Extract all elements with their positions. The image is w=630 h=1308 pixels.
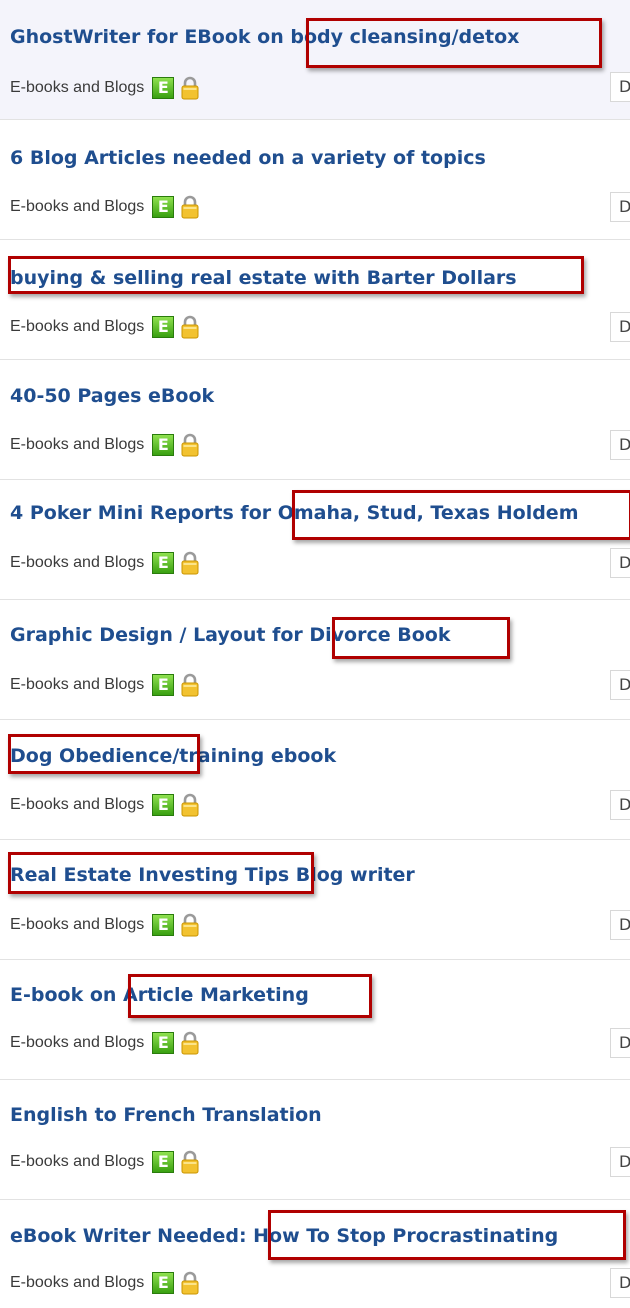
lock-icon bbox=[178, 1150, 202, 1174]
lock-icon bbox=[178, 76, 202, 100]
listing-meta: E-books and Blogs E bbox=[10, 74, 202, 102]
list-item: GhostWriter for EBook on body cleansing/… bbox=[0, 0, 630, 120]
lock-icon bbox=[178, 913, 202, 937]
listing-meta: E-books and Blogs E bbox=[10, 313, 202, 341]
category-label: E-books and Blogs bbox=[10, 79, 145, 96]
listing-title-link[interactable]: eBook Writer Needed: How To Stop Procras… bbox=[10, 1225, 558, 1247]
lock-icon bbox=[178, 1271, 202, 1295]
category-label: E-books and Blogs bbox=[10, 198, 145, 215]
side-action-button[interactable]: D bbox=[610, 910, 630, 940]
side-action-button[interactable]: D bbox=[610, 548, 630, 578]
category-label: E-books and Blogs bbox=[10, 916, 145, 933]
lock-icon bbox=[178, 793, 202, 817]
listing-meta: E-books and Blogs E bbox=[10, 431, 202, 459]
e-icon: E bbox=[152, 77, 175, 99]
lock-icon bbox=[178, 1031, 202, 1055]
e-icon-letter: E bbox=[157, 435, 169, 454]
e-icon: E bbox=[152, 1032, 175, 1054]
e-icon: E bbox=[152, 1151, 175, 1173]
lock-icon bbox=[178, 195, 202, 219]
listing-meta: E-books and Blogs E bbox=[10, 1029, 202, 1057]
listing-title-link[interactable]: English to French Translation bbox=[10, 1104, 322, 1126]
category-label: E-books and Blogs bbox=[10, 1274, 145, 1291]
listing-title-link[interactable]: E-book on Article Marketing bbox=[10, 984, 309, 1006]
listing-meta: E-books and Blogs E bbox=[10, 791, 202, 819]
side-action-button[interactable]: D bbox=[610, 192, 630, 222]
listing-title-link[interactable]: 4 Poker Mini Reports for Omaha, Stud, Te… bbox=[10, 502, 579, 524]
lock-icon bbox=[178, 551, 202, 575]
e-icon: E bbox=[152, 794, 175, 816]
category-label: E-books and Blogs bbox=[10, 796, 145, 813]
category-label: E-books and Blogs bbox=[10, 1153, 145, 1170]
list-item: 6 Blog Articles needed on a variety of t… bbox=[0, 120, 630, 240]
list-item: E-book on Article Marketing E-books and … bbox=[0, 960, 630, 1080]
side-action-button[interactable]: D bbox=[610, 72, 630, 102]
e-icon-letter: E bbox=[157, 795, 169, 814]
listing-meta: E-books and Blogs E bbox=[10, 671, 202, 699]
e-icon: E bbox=[152, 552, 175, 574]
e-icon-letter: E bbox=[157, 317, 169, 336]
lock-icon bbox=[178, 673, 202, 697]
lock-icon bbox=[178, 433, 202, 457]
listing-meta: E-books and Blogs E bbox=[10, 193, 202, 221]
listing-title-link[interactable]: buying & selling real estate with Barter… bbox=[10, 267, 517, 289]
category-label: E-books and Blogs bbox=[10, 676, 145, 693]
list-item: English to French Translation E-books an… bbox=[0, 1080, 630, 1200]
list-item: 40-50 Pages eBook E-books and Blogs E D bbox=[0, 360, 630, 480]
side-action-button[interactable]: D bbox=[610, 1147, 630, 1177]
e-icon-letter: E bbox=[157, 1273, 169, 1292]
category-label: E-books and Blogs bbox=[10, 436, 145, 453]
e-icon-letter: E bbox=[157, 197, 169, 216]
e-icon-letter: E bbox=[157, 1152, 169, 1171]
side-action-button[interactable]: D bbox=[610, 670, 630, 700]
listing-title-link[interactable]: Dog Obedience/training ebook bbox=[10, 745, 336, 767]
list-item: buying & selling real estate with Barter… bbox=[0, 240, 630, 360]
e-icon: E bbox=[152, 434, 175, 456]
listing-title-link[interactable]: 6 Blog Articles needed on a variety of t… bbox=[10, 147, 486, 169]
lock-icon bbox=[178, 315, 202, 339]
e-icon-letter: E bbox=[157, 1033, 169, 1052]
listing-meta: E-books and Blogs E bbox=[10, 1269, 202, 1297]
e-icon: E bbox=[152, 316, 175, 338]
category-label: E-books and Blogs bbox=[10, 1034, 145, 1051]
category-label: E-books and Blogs bbox=[10, 318, 145, 335]
e-icon-letter: E bbox=[157, 675, 169, 694]
listing-title-link[interactable]: Graphic Design / Layout for Divorce Book bbox=[10, 624, 450, 646]
listing-title-link[interactable]: GhostWriter for EBook on body cleansing/… bbox=[10, 26, 519, 48]
list-item: eBook Writer Needed: How To Stop Procras… bbox=[0, 1200, 630, 1308]
listing-title-link[interactable]: Real Estate Investing Tips Blog writer bbox=[10, 864, 415, 886]
e-icon-letter: E bbox=[157, 915, 169, 934]
category-label: E-books and Blogs bbox=[10, 554, 145, 571]
e-icon: E bbox=[152, 914, 175, 936]
listing-meta: E-books and Blogs E bbox=[10, 1148, 202, 1176]
e-icon: E bbox=[152, 674, 175, 696]
e-icon: E bbox=[152, 196, 175, 218]
side-action-button[interactable]: D bbox=[610, 430, 630, 460]
list-item: Graphic Design / Layout for Divorce Book… bbox=[0, 600, 630, 720]
side-action-button[interactable]: D bbox=[610, 790, 630, 820]
list-item: 4 Poker Mini Reports for Omaha, Stud, Te… bbox=[0, 480, 630, 600]
listing-meta: E-books and Blogs E bbox=[10, 549, 202, 577]
side-action-button[interactable]: D bbox=[610, 1028, 630, 1058]
list-item: Real Estate Investing Tips Blog writer E… bbox=[0, 840, 630, 960]
e-icon-letter: E bbox=[157, 78, 169, 97]
side-action-button[interactable]: D bbox=[610, 312, 630, 342]
e-icon-letter: E bbox=[157, 553, 169, 572]
side-action-button[interactable]: D bbox=[610, 1268, 630, 1298]
listing-title-link[interactable]: 40-50 Pages eBook bbox=[10, 385, 214, 407]
listing-meta: E-books and Blogs E bbox=[10, 911, 202, 939]
e-icon: E bbox=[152, 1272, 175, 1294]
list-item: Dog Obedience/training ebook E-books and… bbox=[0, 720, 630, 840]
